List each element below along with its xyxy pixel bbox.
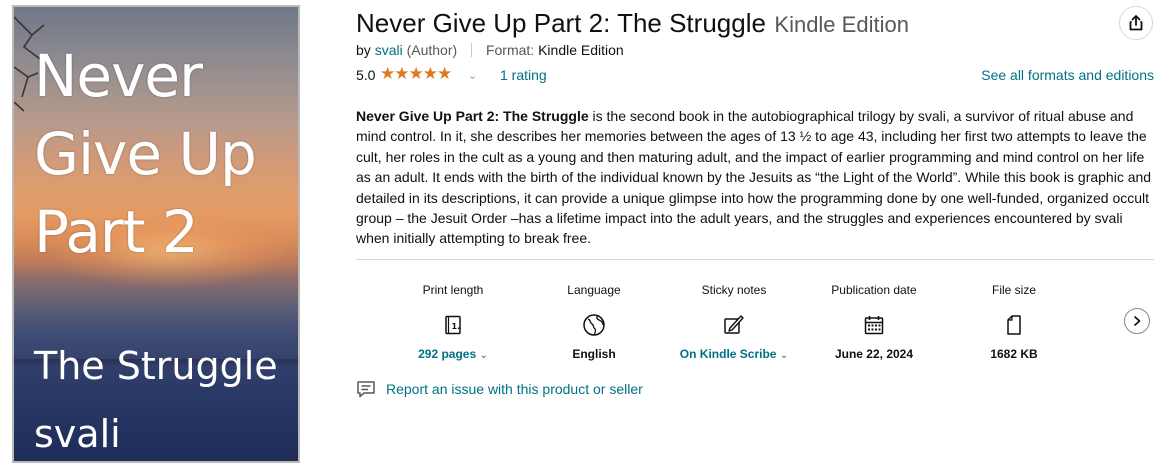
detail-label: Sticky notes xyxy=(701,283,767,297)
byline-separator xyxy=(471,43,473,57)
author-role: (Author) xyxy=(406,42,458,58)
report-issue-label[interactable]: Report an issue with this product or sel… xyxy=(386,381,643,397)
globe-icon xyxy=(581,312,607,338)
cover-subtitle: The Struggle xyxy=(34,344,278,388)
book-icon: 1. xyxy=(440,312,466,338)
product-binding: Kindle Edition xyxy=(774,12,909,37)
product-title: Never Give Up Part 2: The Struggle xyxy=(356,8,766,38)
format-label: Format: xyxy=(485,42,535,58)
detail-value: 1682 KB xyxy=(990,347,1038,361)
detail-value: English xyxy=(572,347,616,361)
carousel-next-button[interactable] xyxy=(1124,308,1150,334)
description-body: is the second book in the autobiographic… xyxy=(356,108,1152,247)
detail-label: Print length xyxy=(422,283,484,297)
detail-sticky-notes[interactable]: Sticky notes On Kindle Scribe ⌄ xyxy=(664,282,804,364)
detail-value-sticky-notes[interactable]: On Kindle Scribe ⌄ xyxy=(664,346,804,364)
book-cover-image[interactable]: Never Give Up Part 2 The Struggle svali xyxy=(12,5,300,463)
detail-value: June 22, 2024 xyxy=(834,347,914,361)
chevron-down-icon: ⌄ xyxy=(479,350,488,361)
rating-row: 5.0 ★★★★★ ⌄ 1 rating See all formats and… xyxy=(356,65,1154,86)
detail-label: File size xyxy=(991,283,1036,297)
detail-label: Publication date xyxy=(831,283,917,297)
chevron-down-icon[interactable]: ⌄ xyxy=(468,67,477,85)
detail-publication-date: Publication date June 22, 2024 xyxy=(804,282,944,362)
edit-note-icon xyxy=(721,312,747,338)
detail-value: On Kindle Scribe xyxy=(679,347,777,361)
by-prefix: by xyxy=(356,42,371,58)
star-rating-icon[interactable]: ★★★★★ xyxy=(380,65,452,83)
file-icon xyxy=(1001,312,1027,338)
detail-file-size: File size 1682 KB xyxy=(944,282,1084,362)
section-divider xyxy=(356,259,1154,260)
rating-count-link[interactable]: 1 rating xyxy=(500,66,547,84)
detail-value-print-length[interactable]: 292 pages ⌄ xyxy=(383,346,523,364)
byline: by svali (Author) Format: Kindle Edition xyxy=(356,41,624,59)
detail-language: Language English xyxy=(524,282,664,362)
feedback-icon xyxy=(356,379,376,399)
product-description: Never Give Up Part 2: The Struggle is th… xyxy=(356,106,1156,249)
chevron-down-icon: ⌄ xyxy=(779,350,789,361)
calendar-icon xyxy=(861,312,887,338)
cover-title: Never Give Up Part 2 xyxy=(34,42,257,266)
see-all-formats-link[interactable]: See all formats and editions xyxy=(981,66,1154,84)
detail-value: 292 pages xyxy=(418,347,477,361)
cover-author: svali xyxy=(34,412,121,456)
author-link[interactable]: svali xyxy=(375,42,403,58)
svg-text:1.: 1. xyxy=(452,322,461,331)
report-issue-link[interactable]: Report an issue with this product or sel… xyxy=(356,378,643,400)
share-icon xyxy=(1129,15,1143,31)
share-button[interactable] xyxy=(1119,6,1153,40)
product-details-carousel: Print length 1. 292 pages ⌄ Language Eng… xyxy=(356,270,1116,370)
product-title-row: Never Give Up Part 2: The Struggle Kindl… xyxy=(356,6,1116,40)
detail-label: Language xyxy=(567,283,621,297)
format-value: Kindle Edition xyxy=(538,42,624,58)
rating-score: 5.0 xyxy=(356,67,376,83)
chevron-right-icon xyxy=(1134,316,1141,326)
detail-print-length[interactable]: Print length 1. 292 pages ⌄ xyxy=(383,282,523,364)
description-bold-title: Never Give Up Part 2: The Struggle xyxy=(356,108,589,124)
